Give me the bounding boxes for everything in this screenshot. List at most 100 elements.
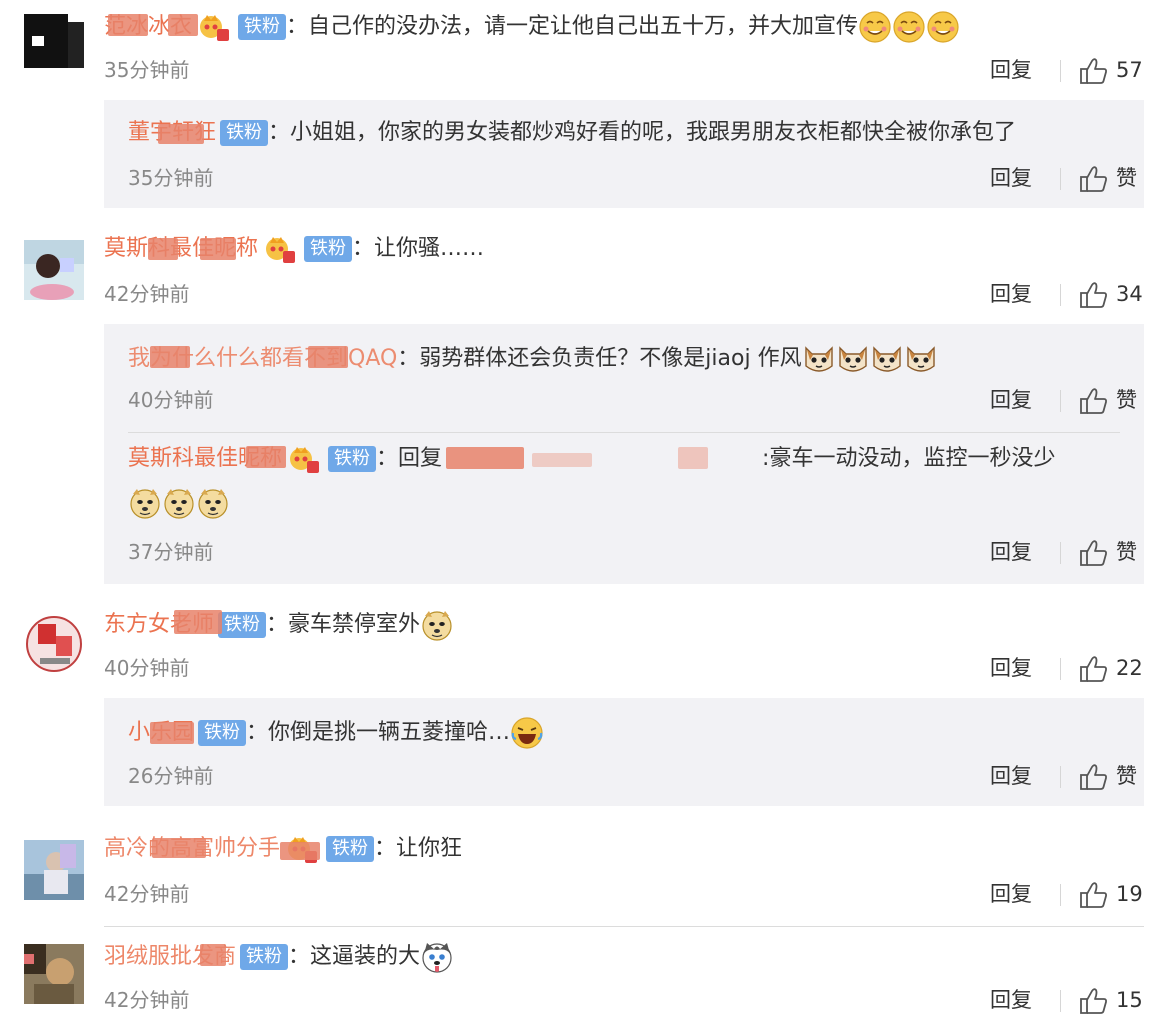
comment-text: ：弱势群体还会负责任？不像是jiaoj 作风 [397, 346, 802, 371]
thumb-up-icon [1078, 655, 1108, 683]
vip-crown-icon [288, 444, 320, 474]
like-button[interactable]: 57 [1078, 56, 1143, 85]
username-blur [168, 14, 198, 36]
comment-time: 35分钟前 [128, 166, 214, 190]
mention-blurred[interactable] [442, 447, 762, 471]
reply-item: 小乐园铁粉：你倒是挑一辆五菱撞哈… 26分钟前 回复 赞 [128, 698, 1137, 806]
username-blur [108, 14, 148, 36]
comment-time: 26分钟前 [128, 764, 214, 788]
yum-emoji-icon [858, 14, 960, 39]
comment-item: 羽绒服批发商 铁粉 ：这逼装的大 42分钟前 回复 15 [0, 928, 1166, 1026]
comment-text: ：回复 [376, 446, 443, 471]
comment-text: ：你倒是挑一辆五菱撞哈… [246, 720, 511, 745]
reply-button[interactable]: 回复 [990, 986, 1032, 1014]
comment-line: 我为什么什么都看不到QAQ ：弱势群体还会负责任？不像是jiaoj 作风 [128, 342, 938, 376]
divider [1060, 284, 1061, 306]
laugh-emoji-icon [510, 720, 544, 745]
comment-line: 小乐园铁粉：你倒是挑一辆五菱撞哈… [128, 716, 544, 750]
like-button[interactable]: 赞 [1078, 164, 1137, 193]
like-count: 22 [1116, 656, 1143, 680]
divider [1060, 390, 1061, 412]
comment-line: 范冰冰衣 铁粉 ：自己作的没办法，请一定让他自己出五十万，并大加宣传 [104, 10, 960, 44]
comment-text: ：小姐姐，你家的男女装都炒鸡好看的呢，我跟男朋友衣柜都快全被你承包了 [268, 120, 1017, 145]
like-button[interactable]: 22 [1078, 654, 1143, 683]
vip-crown-icon [198, 12, 230, 42]
like-label: 赞 [1116, 764, 1137, 788]
reply-button[interactable]: 回复 [990, 164, 1032, 192]
like-button[interactable]: 34 [1078, 280, 1143, 309]
reply-box: 董宇轩狂铁粉：小姐姐，你家的男女装都炒鸡好看的呢，我跟男朋友衣柜都快全被你承包了… [104, 100, 1144, 208]
comment-line: 东方女老师 铁粉 ：豪车禁停室外 [104, 608, 454, 642]
comment-text: ：豪车禁停室外 [266, 612, 421, 637]
cat-emoji-icon [802, 346, 938, 371]
reply-item: 莫斯科最佳昵称 铁粉 ：回复:豪车一动没动，监控一秒没少 37分钟前 回复 赞 [128, 434, 1137, 584]
avatar[interactable] [24, 944, 84, 1004]
divider [1060, 990, 1061, 1012]
comment-line: 董宇轩狂铁粉：小姐姐，你家的男女装都炒鸡好看的呢，我跟男朋友衣柜都快全被你承包了 [128, 118, 1016, 148]
like-label: 赞 [1116, 166, 1137, 190]
like-button[interactable]: 赞 [1078, 386, 1137, 415]
comment-item: 东方女老师铁粉：豪车禁停室外 40分钟前 回复 22 小乐园铁粉：你倒是挑一辆五… [0, 598, 1166, 824]
comment-item: 莫斯科最佳昵称 铁粉 ：让你骚…… 42分钟前 回复 34 我为什么什么都看不到QA… [0, 226, 1166, 598]
username-blur [174, 610, 222, 634]
comment-line: 莫斯科最佳昵称 铁粉 ：让你骚…… [104, 234, 484, 264]
reply-box: 我为什么什么都看不到QAQ ：弱势群体还会负责任？不像是jiaoj 作风 40分钟… [104, 324, 1144, 584]
fan-badge: 铁粉 [238, 14, 287, 40]
avatar[interactable] [24, 840, 84, 900]
thumb-up-icon [1078, 881, 1108, 909]
divider [1060, 168, 1061, 190]
comment-text: ：让你狂 [374, 836, 463, 861]
comment-time: 35分钟前 [104, 58, 190, 82]
username-blur [308, 346, 348, 368]
comment-line: 羽绒服批发商 铁粉 ：这逼装的大 [104, 940, 454, 974]
reply-button[interactable]: 回复 [990, 538, 1032, 566]
comment-text: ：这逼装的大 [288, 944, 421, 969]
like-button[interactable]: 19 [1078, 880, 1143, 909]
username-blur [280, 842, 320, 860]
username-blur [150, 346, 190, 368]
comment-item: 范冰冰衣 铁粉 ：自己作的没办法，请一定让他自己出五十万，并大加宣传 35分钟前 回… [0, 0, 1166, 226]
fan-badge: 铁粉 [198, 720, 247, 746]
avatar[interactable] [24, 8, 84, 68]
reply-button[interactable]: 回复 [990, 654, 1032, 682]
reply-divider [128, 432, 1120, 433]
avatar[interactable] [24, 614, 84, 674]
comment-item: 高冷的高富帅分手铁粉：让你狂 42分钟前 回复 19 [0, 824, 1166, 928]
comment-line: 高冷的高富帅分手铁粉：让你狂 [104, 834, 462, 864]
reply-button[interactable]: 回复 [990, 880, 1032, 908]
like-label: 赞 [1116, 540, 1137, 564]
like-count: 15 [1116, 988, 1143, 1012]
username-blur [150, 722, 194, 744]
reply-button[interactable]: 回复 [990, 762, 1032, 790]
avatar[interactable] [24, 240, 84, 300]
like-button[interactable]: 赞 [1078, 538, 1137, 567]
fan-badge: 铁粉 [220, 120, 269, 146]
thumb-up-icon [1078, 539, 1108, 567]
username-blur [200, 944, 226, 966]
reply-button[interactable]: 回复 [990, 386, 1032, 414]
like-button[interactable]: 赞 [1078, 762, 1137, 791]
thumb-up-icon [1078, 57, 1108, 85]
like-label: 赞 [1116, 388, 1137, 412]
comment-line: 莫斯科最佳昵称 铁粉 ：回复:豪车一动没动，监控一秒没少 [128, 444, 1055, 474]
like-button[interactable]: 15 [1078, 986, 1143, 1015]
username-blur [152, 838, 206, 858]
fan-badge: 铁粉 [326, 836, 375, 862]
divider [1060, 542, 1061, 564]
comment-time: 42分钟前 [104, 882, 190, 906]
doge-emoji-icon [420, 612, 454, 637]
comment-time: 42分钟前 [104, 988, 190, 1012]
comment-time: 37分钟前 [128, 540, 214, 564]
vip-crown-icon [264, 234, 296, 264]
reply-item: 董宇轩狂铁粉：小姐姐，你家的男女装都炒鸡好看的呢，我跟男朋友衣柜都快全被你承包了… [128, 100, 1137, 208]
thumb-up-icon [1078, 987, 1108, 1015]
thumb-up-icon [1078, 387, 1108, 415]
reply-button[interactable]: 回复 [990, 56, 1032, 84]
username-blur [148, 238, 178, 260]
reply-button[interactable]: 回复 [990, 280, 1032, 308]
thumb-up-icon [1078, 763, 1108, 791]
comment-divider [104, 926, 1144, 927]
fan-badge: 铁粉 [304, 236, 353, 262]
husky-emoji-icon [420, 944, 454, 969]
comment-time: 42分钟前 [104, 282, 190, 306]
